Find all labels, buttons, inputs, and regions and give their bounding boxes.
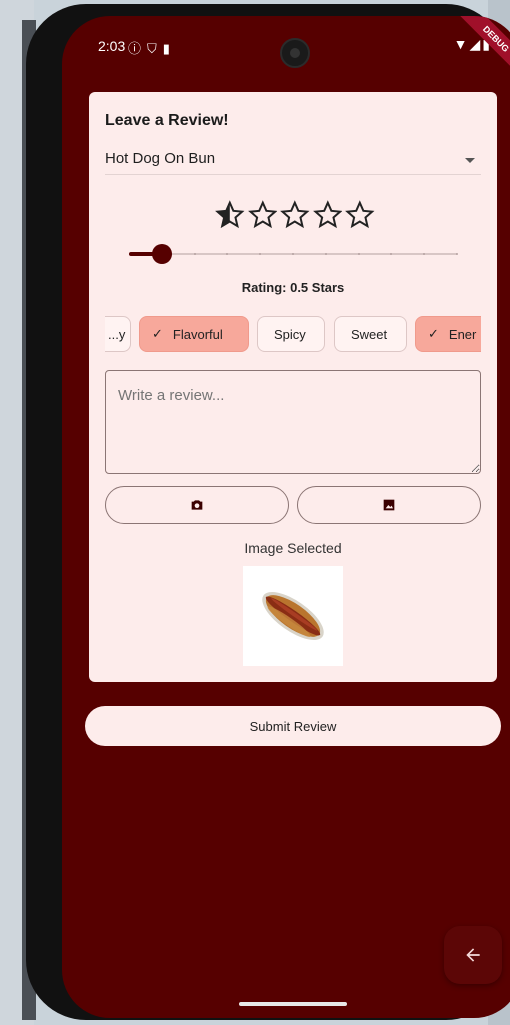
- camera-button[interactable]: [105, 486, 289, 524]
- slider-tick: [456, 253, 458, 255]
- item-dropdown[interactable]: Hot Dog On Bun: [105, 144, 481, 175]
- wifi-icon: ▼: [453, 36, 470, 52]
- star-half-icon: [215, 200, 245, 229]
- camera-icon: [191, 500, 203, 510]
- check-icon: ✓: [152, 326, 163, 341]
- status-time: 2:03: [98, 38, 126, 54]
- check-icon: ✓: [428, 326, 439, 341]
- chevron-down-icon: [465, 158, 475, 163]
- signal-icon: ◢: [469, 36, 483, 52]
- tag-chip-label: Spicy: [274, 326, 306, 342]
- back-button[interactable]: [444, 926, 502, 984]
- arrow-left-icon: [466, 948, 480, 962]
- tag-chip-spicy[interactable]: Spicy: [257, 316, 325, 352]
- star-empty-icon: [247, 200, 278, 229]
- sd-card-icon: ▮: [162, 41, 176, 56]
- review-text-input[interactable]: [105, 370, 481, 474]
- info-icon: ⓘ: [128, 41, 148, 56]
- tag-chip-label: Ener: [448, 326, 477, 342]
- tag-chip[interactable]: ...y: [105, 316, 131, 352]
- slider-tick: [292, 253, 294, 255]
- tag-chip-flavorful[interactable]: ✓ Flavorful: [139, 316, 249, 352]
- selected-image-preview: [243, 566, 343, 666]
- tag-chip-energizing[interactable]: ✓ Ener: [415, 316, 481, 352]
- dropdown-selected-value: Hot Dog On Bun: [105, 150, 216, 167]
- review-card: Leave a Review! Hot Dog On Bun Rating: 0…: [89, 92, 497, 682]
- tag-chip-label: ...y: [108, 326, 126, 342]
- home-indicator: [239, 1002, 347, 1006]
- image-icon: [383, 499, 395, 511]
- submit-review-button[interactable]: Submit Review: [85, 706, 501, 746]
- tag-chip-label: Sweet: [351, 326, 388, 342]
- front-camera: [280, 38, 310, 68]
- slider-tick: [193, 253, 196, 255]
- rating-label: Rating: 0.5 Stars: [241, 280, 345, 295]
- rating-slider[interactable]: [129, 244, 458, 264]
- app-screen: 2:03 ⓘ⛉▮ ▼◢▮ DEBUG Leave a Review! Hot D…: [62, 16, 510, 1018]
- slider-tick: [324, 253, 327, 255]
- tag-chip-sweet[interactable]: Sweet: [334, 316, 407, 352]
- image-buttons-row: [105, 486, 481, 526]
- slider-thumb[interactable]: [151, 244, 172, 264]
- image-status-text: Image Selected: [244, 540, 342, 556]
- tag-chip-label: Flavorful: [172, 326, 223, 342]
- star-empty-icon: [345, 200, 375, 229]
- hot-dog-image: [262, 591, 324, 641]
- slider-tick: [357, 253, 360, 255]
- status-bar: 2:03 ⓘ⛉▮ ▼◢▮ DEBUG: [62, 16, 510, 88]
- status-left-icons: ⓘ⛉▮: [128, 38, 176, 57]
- star-rating: [215, 200, 375, 230]
- shield-icon: ⛉: [147, 41, 163, 56]
- gallery-button[interactable]: [297, 486, 481, 524]
- star-empty-icon: [312, 200, 343, 229]
- tag-chip-row: ...y ✓ Flavorful Spicy Sweet ✓ Ener: [105, 316, 481, 354]
- phone-frame: 2:03 ⓘ⛉▮ ▼◢▮ DEBUG Leave a Review! Hot D…: [26, 4, 510, 1020]
- star-empty-icon: [280, 200, 310, 229]
- review-title: Leave a Review!: [105, 112, 229, 129]
